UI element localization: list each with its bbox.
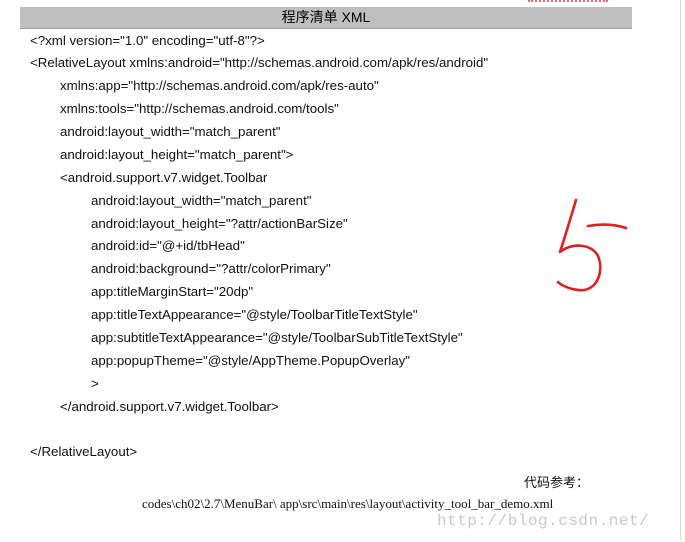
code-line: <android.support.v7.widget.Toolbar [60, 170, 268, 185]
code-line: app:popupTheme="@style/AppTheme.PopupOve… [91, 353, 410, 368]
code-line: android:background="?attr/colorPrimary" [91, 261, 331, 276]
code-line: android:id="@+id/tbHead" [91, 238, 245, 253]
handwritten-number-annotation [556, 198, 628, 292]
code-line: </android.support.v7.widget.Toolbar> [60, 399, 279, 414]
code-line: android:layout_width="match_parent" [91, 193, 312, 208]
watermark-text: http://blog.csdn.net/ [437, 512, 650, 530]
code-line: xmlns:tools="http://schemas.android.com/… [60, 101, 339, 116]
code-line: </RelativeLayout> [30, 444, 138, 459]
code-line: android:layout_height="match_parent"> [60, 147, 294, 162]
listing-title-bar: 程序清单 XML [20, 7, 632, 29]
code-line: app:titleMarginStart="20dp" [91, 284, 254, 299]
code-line: app:titleTextAppearance="@style/ToolbarT… [91, 307, 418, 322]
code-line: > [91, 376, 99, 391]
code-line: android:layout_height="?attr/actionBarSi… [91, 216, 348, 231]
code-reference-label: 代码参考： [524, 476, 590, 491]
listing-title: 程序清单 XML [281, 9, 371, 25]
spellcheck-underline-mark [528, 0, 608, 5]
code-line: android:layout_width="match_parent" [60, 124, 281, 139]
code-line: <?xml version="1.0" encoding="utf-8"?> [30, 33, 265, 48]
code-reference-path: codes\ch02\2.7\MenuBar\ app\src\main\res… [142, 496, 554, 511]
code-line: <RelativeLayout xmlns:android="http://sc… [30, 55, 489, 70]
code-line: app:subtitleTextAppearance="@style/Toolb… [91, 330, 463, 345]
code-line: xmlns:app="http://schemas.android.com/ap… [60, 78, 379, 93]
